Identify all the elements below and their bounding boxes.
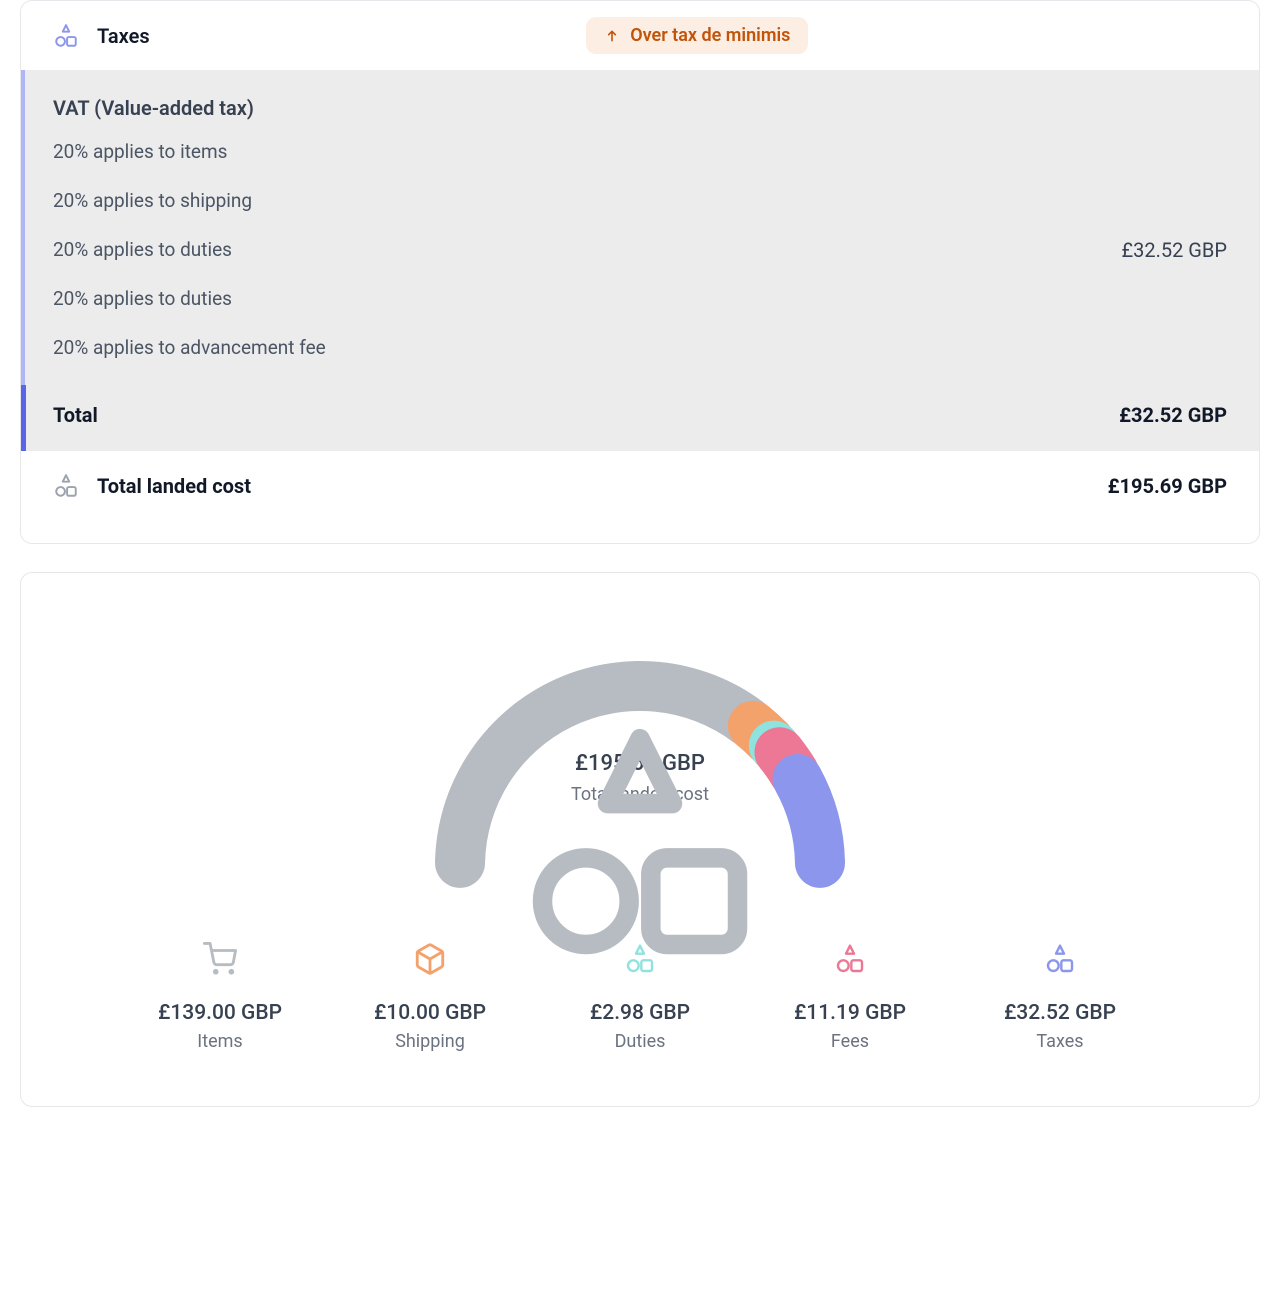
legend-amount: £32.52 GBP [1004,1001,1116,1025]
legend-amount: £11.19 GBP [794,1001,906,1025]
taxes-card: Taxes Over tax de minimis VAT (Value-add… [20,0,1260,544]
vat-line: 20% applies to shipping [53,189,326,212]
total-landed-cost-label: Total landed cost [97,474,251,498]
taxes-total-value: £32.52 GBP [1119,403,1227,427]
landed-cost-gauge: £195.69 GBP Total landed cost [380,621,900,881]
vat-line: 20% applies to duties [53,238,326,261]
legend-amount: £139.00 GBP [158,1001,282,1025]
taxes-body: VAT (Value-added tax) 20% applies to ite… [21,70,1259,385]
taxes-total-row: Total £32.52 GBP [21,385,1259,451]
vat-lines: 20% applies to items 20% applies to ship… [53,140,326,359]
taxes-total-label: Total [53,403,98,427]
vat-line: 20% applies to duties [53,287,326,310]
taxes-title: Taxes [97,24,150,48]
shapes-icon [53,23,79,49]
taxes-header-row[interactable]: Taxes Over tax de minimis [21,1,1259,70]
total-landed-cost-row: Total landed cost £195.69 GBP [21,451,1259,543]
arrow-up-icon [604,28,620,44]
vat-line: 20% applies to advancement fee [53,336,326,359]
cart-icon [203,941,237,977]
legend-label: Items [197,1031,242,1052]
vat-amount: £32.52 GBP [1121,238,1227,262]
shapes-icon [1044,941,1076,977]
vat-title: VAT (Value-added tax) [53,96,1227,120]
over-badge-label: Over tax de minimis [630,25,790,46]
landed-cost-chart-card: £195.69 GBP Total landed cost £139.00 GB… [20,572,1260,1107]
legend-item-items: £139.00 GBP Items [115,941,325,1052]
legend-label: Duties [615,1031,666,1052]
shapes-icon [53,473,79,499]
legend-item-taxes: £32.52 GBP Taxes [955,941,1165,1052]
legend-amount: £10.00 GBP [374,1001,486,1025]
vat-line: 20% applies to items [53,140,326,163]
over-tax-de-minimis-badge: Over tax de minimis [586,17,808,54]
legend-label: Taxes [1036,1031,1083,1052]
legend-amount: £2.98 GBP [590,1001,690,1025]
total-landed-cost-value: £195.69 GBP [1108,474,1227,498]
legend-label: Shipping [395,1031,465,1052]
legend-label: Fees [831,1031,869,1052]
